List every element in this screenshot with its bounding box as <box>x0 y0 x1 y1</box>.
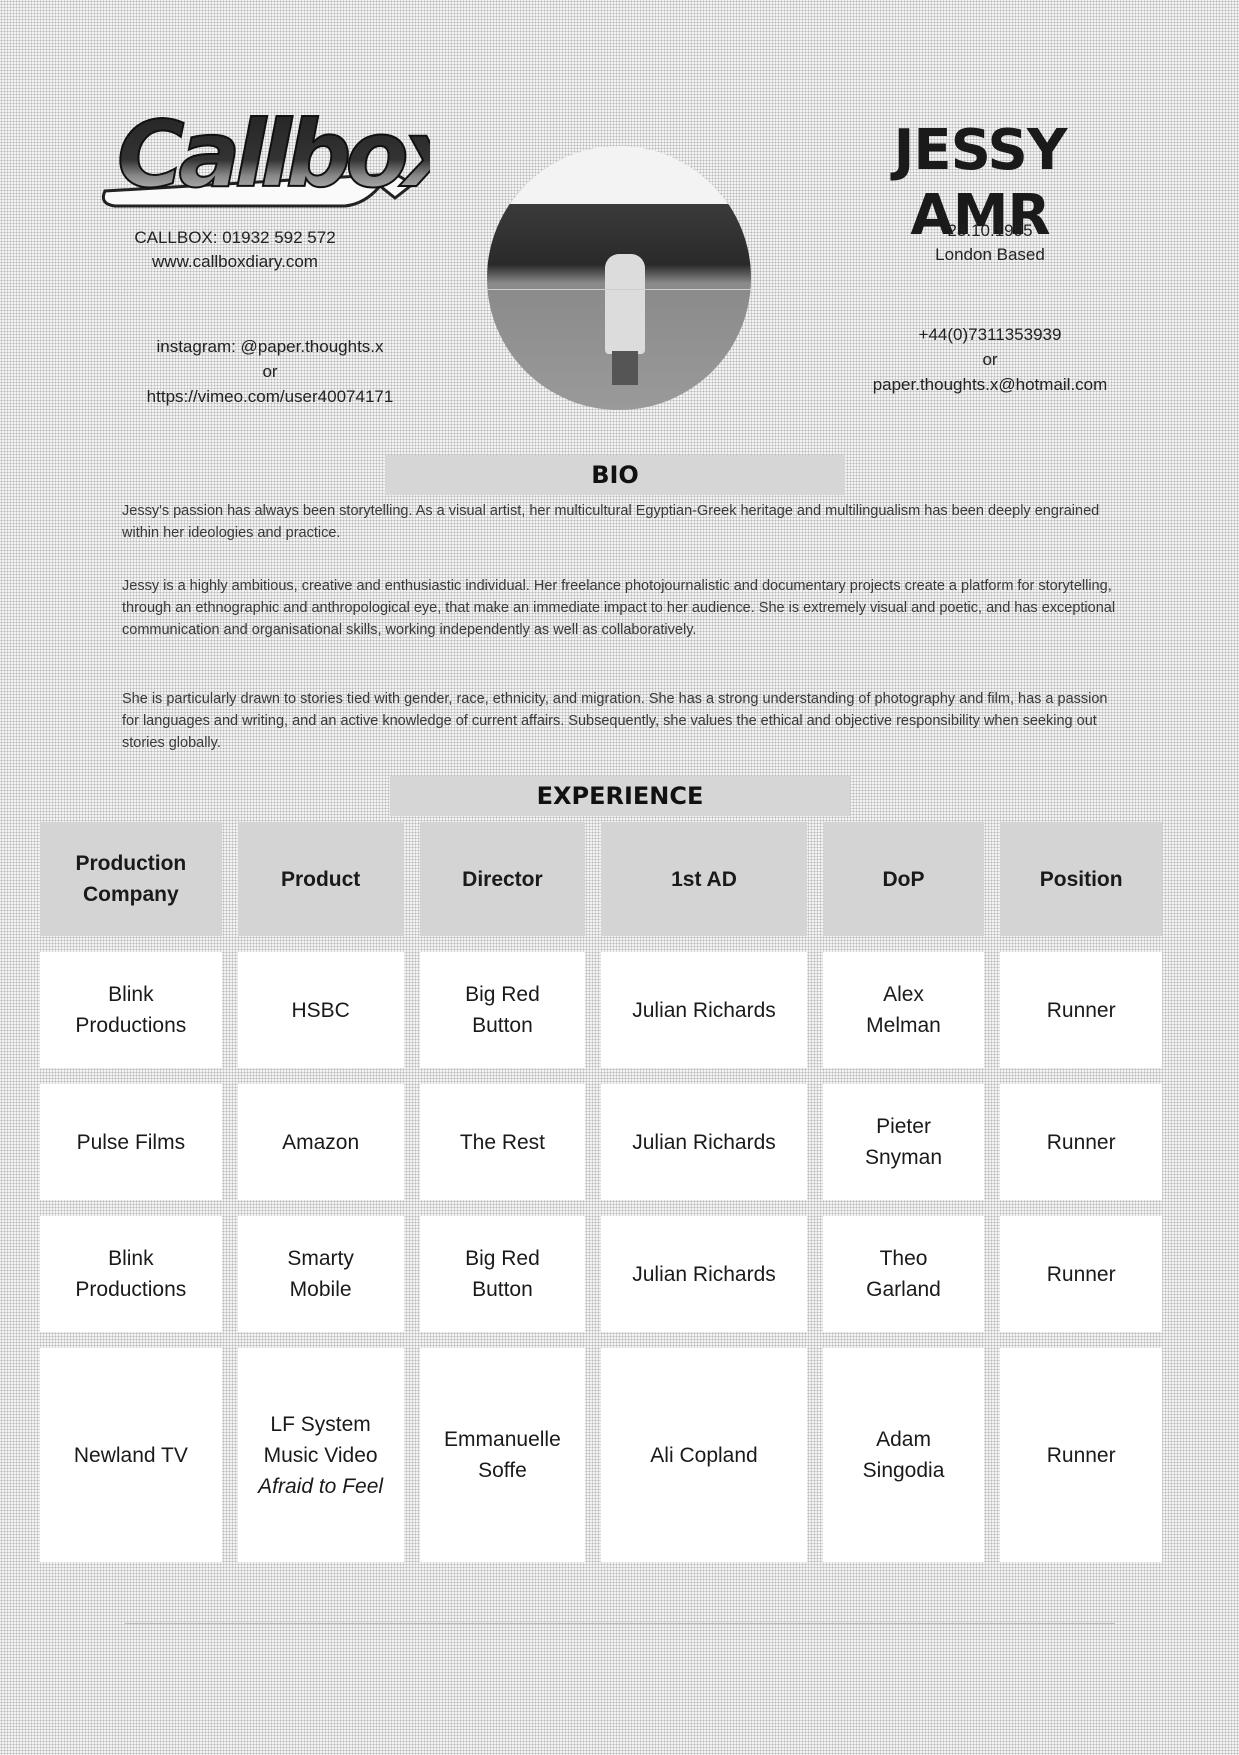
logo-wordmark: Callbox <box>117 101 430 208</box>
cell-product: LF System Music Video Afraid to Feel <box>237 1348 404 1562</box>
socials-or: or <box>262 362 278 381</box>
callbox-logo: Callbox <box>101 100 430 209</box>
cell-company: Blink Productions <box>40 1216 222 1332</box>
column-header-director: Director <box>419 822 586 936</box>
cell-product-title: Afraid to Feel <box>258 1474 384 1498</box>
contact-or: or <box>982 350 998 369</box>
column-header-product: Product <box>237 822 404 936</box>
cell-text: Theo Garland <box>866 1247 941 1301</box>
agency-website[interactable]: www.callboxdiary.com <box>95 250 375 274</box>
photo-figure <box>605 254 645 354</box>
table-header-row: Production Company Product Director 1st … <box>40 822 1162 936</box>
cell-text: Adam Singodia <box>862 1428 945 1482</box>
date-of-birth: 23.10.1995 <box>947 221 1033 240</box>
column-header-position: Position <box>1000 822 1162 936</box>
cell-dop: Pieter Snyman <box>822 1084 985 1200</box>
phone-number[interactable]: +44(0)7311353939 <box>830 322 1150 347</box>
cell-text: Big Red Button <box>465 983 540 1037</box>
bio-paragraph-1: Jessy's passion has always been storytel… <box>122 503 1100 541</box>
cell-company: Newland TV <box>40 1348 222 1562</box>
cell-text: Big Red Button <box>465 1247 540 1301</box>
cell-text: Blink Productions <box>75 1247 187 1301</box>
cell-product: Amazon <box>237 1084 404 1200</box>
cell-position: Runner <box>1000 952 1162 1068</box>
cell-position: Runner <box>1000 1348 1162 1562</box>
column-header-1st-ad: 1st AD <box>601 822 807 936</box>
cell-position: Runner <box>1000 1216 1162 1332</box>
cell-product: HSBC <box>237 952 404 1068</box>
contact-block: +44(0)7311353939 or paper.thoughts.x@hot… <box>830 322 1150 397</box>
cell-first-ad: Julian Richards <box>601 1084 807 1200</box>
footer-divider <box>125 1623 1115 1624</box>
table-row: Pulse Films Amazon The Rest Julian Richa… <box>40 1084 1162 1200</box>
cell-product: Smarty Mobile <box>237 1216 404 1332</box>
cell-company: Blink Productions <box>40 952 222 1068</box>
cell-text: Pieter Snyman <box>864 1115 943 1169</box>
cell-director: The Rest <box>419 1084 586 1200</box>
location: London Based <box>935 245 1045 264</box>
cell-text: Blink Productions <box>75 983 187 1037</box>
cell-director: Big Red Button <box>419 952 586 1068</box>
table-row: Newland TV LF System Music Video Afraid … <box>40 1348 1162 1562</box>
column-header-dop: DoP <box>822 822 985 936</box>
cell-position: Runner <box>1000 1084 1162 1200</box>
photo-figure-legs <box>612 351 638 385</box>
cell-dop: Adam Singodia <box>822 1348 985 1562</box>
table-row: Blink Productions Smarty Mobile Big Red … <box>40 1216 1162 1332</box>
bio-paragraph-2: Jessy is a highly ambitious, creative an… <box>122 578 1116 638</box>
cell-text: LF System Music Video <box>263 1412 378 1467</box>
bio-heading: BIO <box>385 455 845 495</box>
portrait-photo <box>487 146 751 410</box>
cell-director: Emmanuelle Soffe <box>419 1348 586 1562</box>
cell-dop: Alex Melman <box>822 952 985 1068</box>
cell-dop: Theo Garland <box>822 1216 985 1332</box>
cell-first-ad: Julian Richards <box>601 952 807 1068</box>
table-row: Blink Productions HSBC Big Red Button Ju… <box>40 952 1162 1068</box>
column-header-production-company: Production Company <box>40 822 222 936</box>
bio-paragraph-3: She is particularly drawn to stories tie… <box>122 691 1108 751</box>
cell-first-ad: Julian Richards <box>601 1216 807 1332</box>
header-divider <box>125 289 1115 290</box>
experience-table: Production Company Product Director 1st … <box>24 806 1178 1578</box>
vimeo-link[interactable]: https://vimeo.com/user40074171 <box>100 384 440 409</box>
cell-text: Emmanuelle Soffe <box>444 1428 561 1482</box>
photo-sky <box>487 146 751 205</box>
cell-director: Big Red Button <box>419 1216 586 1332</box>
agency-phone: CALLBOX: 01932 592 572 <box>134 228 336 247</box>
instagram-link[interactable]: instagram: @paper.thoughts.x <box>100 334 440 359</box>
cell-first-ad: Ali Copland <box>601 1348 807 1562</box>
socials-block: instagram: @paper.thoughts.x or https://… <box>100 334 440 409</box>
cell-company: Pulse Films <box>40 1084 222 1200</box>
cell-text: Smarty Mobile <box>287 1247 354 1301</box>
email-link[interactable]: paper.thoughts.x@hotmail.com <box>830 372 1150 397</box>
cell-text: Alex Melman <box>866 983 941 1037</box>
